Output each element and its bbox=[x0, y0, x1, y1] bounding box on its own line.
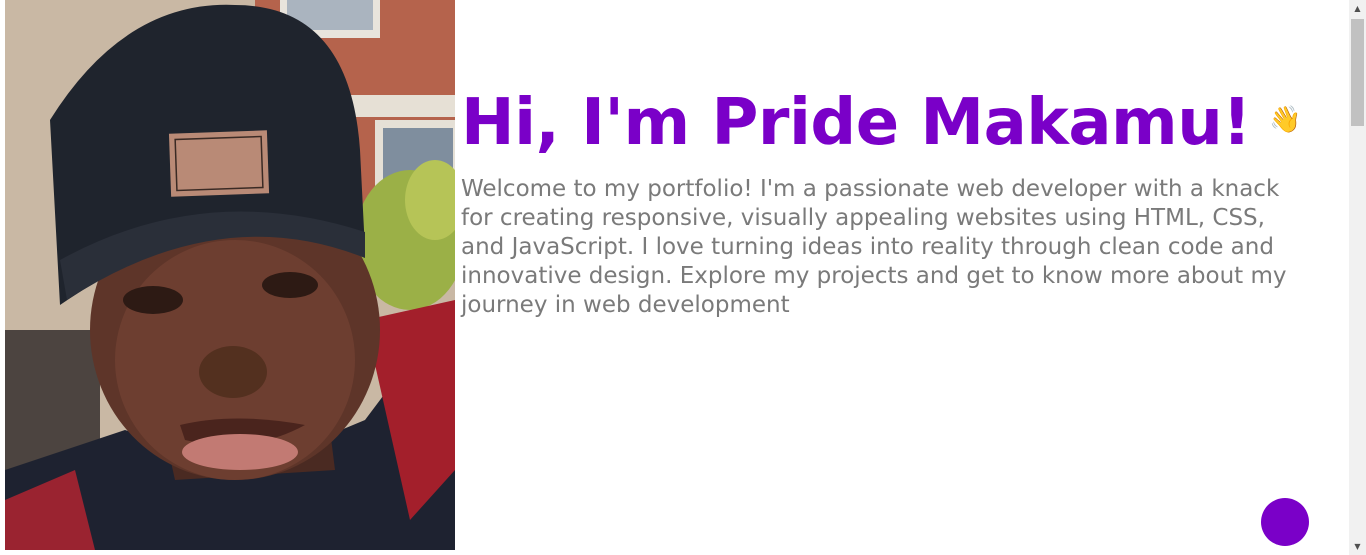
floating-action-button[interactable] bbox=[1261, 498, 1309, 546]
portfolio-page: Hi, I'm Pride Makamu! 👋 Welcome to my por… bbox=[0, 0, 1366, 555]
hero-title: Hi, I'm Pride Makamu! 👋 bbox=[461, 84, 1321, 165]
hero-description: Welcome to my portfolio! I'm a passionat… bbox=[461, 176, 1287, 319]
scrollbar-thumb[interactable] bbox=[1351, 19, 1364, 126]
hero-title-text: Hi, I'm Pride Makamu! bbox=[461, 86, 1251, 160]
hero-intro: Hi, I'm Pride Makamu! 👋 Welcome to my por… bbox=[461, 84, 1321, 320]
scroll-down-arrow-icon[interactable]: ▼ bbox=[1349, 538, 1366, 555]
profile-photo bbox=[5, 0, 455, 550]
vertical-scrollbar[interactable]: ▲ ▼ bbox=[1349, 0, 1366, 555]
scroll-up-arrow-icon[interactable]: ▲ bbox=[1349, 0, 1366, 17]
waving-hand-icon: 👋 bbox=[1268, 105, 1301, 136]
